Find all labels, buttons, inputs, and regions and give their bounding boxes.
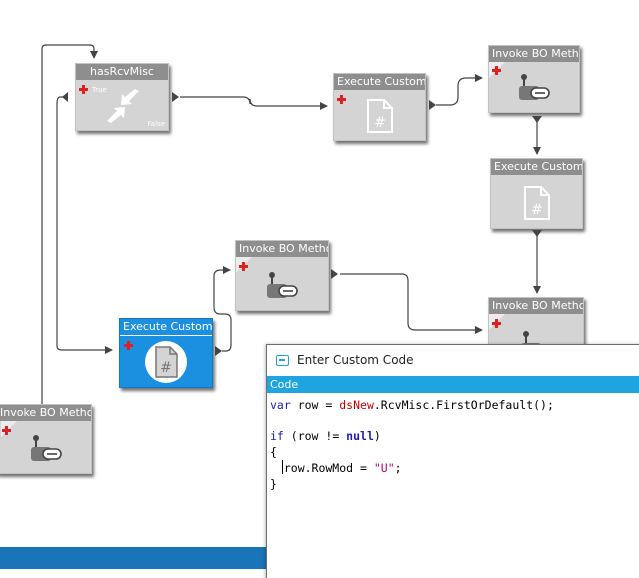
svg-text:#: # (160, 360, 172, 376)
code-token: null (346, 429, 374, 443)
connector-true-to-exec1 (180, 96, 328, 110)
code-token: dsNew (339, 398, 374, 412)
connector-false-to-execsel (56, 96, 113, 354)
code-token: if (270, 429, 284, 443)
code-file-icon: # (367, 99, 393, 133)
output-port[interactable] (215, 346, 222, 356)
node-hasrcvmisc[interactable]: hasRcvMisc True False (75, 63, 169, 131)
code-token: "U" (373, 461, 395, 475)
code-token: ; (394, 461, 402, 475)
node-title: Invoke BO Method (0, 405, 91, 421)
node-title: Execute Custom Co (120, 319, 212, 336)
false-label: False (147, 120, 165, 128)
output-port[interactable] (429, 100, 436, 110)
code-file-icon: # (145, 341, 187, 383)
add-icon[interactable] (492, 319, 501, 328)
output-port-true[interactable] (172, 92, 179, 102)
add-icon[interactable] (492, 66, 501, 75)
add-icon[interactable] (239, 262, 248, 271)
node-invoke-bo-method[interactable]: Invoke BO Method (235, 240, 329, 311)
node-invoke-bo-method[interactable]: Invoke BO Method (488, 45, 580, 113)
code-token: ) (373, 429, 381, 443)
code-line-3: if (row != null) (270, 429, 381, 443)
node-title: Invoke BO Method (489, 298, 583, 314)
text-caret (282, 460, 283, 474)
output-port[interactable] (532, 116, 542, 123)
node-title: Execute Custom Co (334, 74, 425, 90)
node-execute-custom-code[interactable]: Execute Custom Co # (490, 158, 583, 229)
add-icon[interactable] (124, 341, 133, 350)
code-file-icon: # (524, 186, 550, 220)
dialog-titlebar[interactable]: Enter Custom Code (267, 345, 639, 375)
node-title: hasRcvMisc (76, 64, 168, 80)
connector-execsel-to-invoke2 (213, 266, 232, 352)
custom-code-dialog[interactable]: Enter Custom Code Code var row = dsNew.R… (266, 344, 639, 578)
code-editor[interactable]: var row = dsNew.RcvMisc.FirstOrDefault()… (267, 395, 639, 578)
code-token: var (270, 398, 291, 412)
bo-method-icon (267, 272, 298, 298)
code-token: (row != (283, 429, 347, 443)
tab-code[interactable]: Code (267, 376, 639, 393)
svg-text:#: # (374, 115, 386, 131)
window-icon (276, 355, 289, 366)
output-port[interactable] (331, 269, 338, 279)
node-title: Execute Custom Co (491, 159, 582, 175)
svg-text:#: # (531, 202, 543, 218)
bo-method-icon (519, 74, 550, 100)
connector-exec1-to-invoke1 (436, 74, 483, 106)
node-title: Invoke BO Method (489, 46, 579, 62)
code-token: .RcvMisc.FirstOrDefault(); (373, 398, 554, 412)
bo-method-icon (31, 435, 62, 461)
code-line-5: row.RowMod = "U"; (270, 461, 402, 475)
add-icon[interactable] (79, 85, 88, 94)
node-invoke-bo-method[interactable]: Invoke BO Method (0, 404, 92, 474)
code-token: row = (290, 398, 340, 412)
node-execute-custom-code-selected[interactable]: Execute Custom Co # (119, 318, 213, 388)
arrow-head (62, 92, 68, 102)
code-line-1: var row = dsNew.RcvMisc.FirstOrDefault()… (270, 398, 554, 412)
connector-invoke2-to-invoke3 (340, 273, 483, 334)
output-port[interactable] (532, 230, 542, 237)
code-line-4: { (270, 445, 277, 459)
add-icon[interactable] (337, 95, 346, 104)
workflow-canvas[interactable]: hasRcvMisc True False Execute Custom Co … (0, 0, 639, 578)
node-title: Invoke BO Method (236, 241, 328, 257)
add-icon[interactable] (2, 426, 11, 435)
condition-arrows-icon (107, 89, 139, 123)
code-line-6: } (270, 477, 277, 491)
node-execute-custom-code[interactable]: Execute Custom Co # (333, 73, 426, 141)
dialog-title: Enter Custom Code (297, 353, 414, 367)
code-token: row.RowMod = (270, 461, 374, 475)
